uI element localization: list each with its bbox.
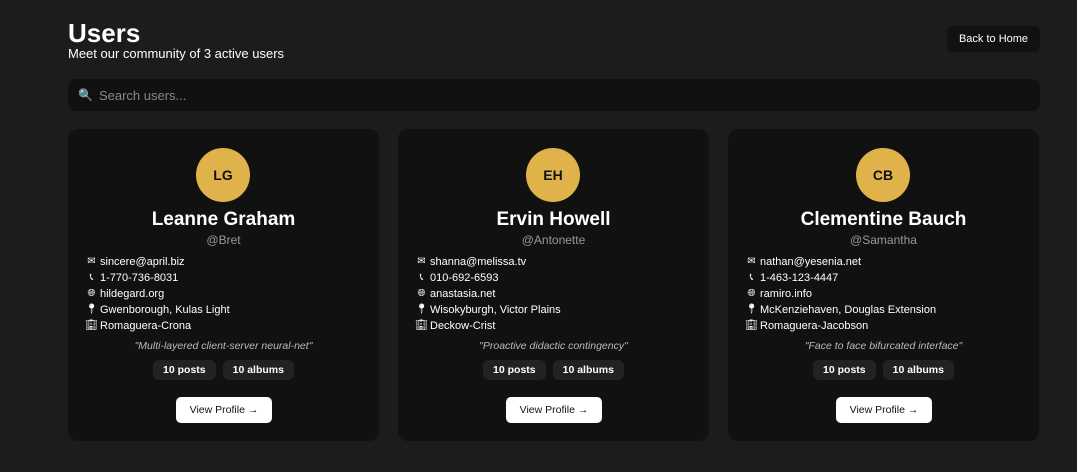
globe-icon: 🌐︎ <box>87 288 96 299</box>
posts-badge: 10 posts <box>483 360 546 380</box>
phone-icon: 📞︎ <box>419 272 424 283</box>
albums-badge: 10 albums <box>882 360 954 380</box>
user-company: Romaguera-Crona <box>100 320 192 332</box>
envelope-icon: ✉ <box>417 256 426 267</box>
globe-icon: 🌐︎ <box>747 288 756 299</box>
map-pin-icon: 📍︎ <box>85 304 98 315</box>
user-card: EH Ervin Howell @Antonette ✉ shanna@melis… <box>398 129 709 441</box>
avatar: LG <box>196 148 250 202</box>
albums-badge: 10 albums <box>552 360 624 380</box>
user-website: ramiro.info <box>760 288 812 300</box>
user-catchphrase: "Face to face bifurcated interface" <box>804 340 963 352</box>
user-catchphrase: "Proactive didactic contingency" <box>479 340 628 352</box>
user-username: @Samantha <box>850 233 917 247</box>
user-name: Ervin Howell <box>496 209 611 230</box>
user-company: Romaguera-Jacobson <box>760 320 869 332</box>
building-icon: 🏢︎ <box>415 320 428 331</box>
phone-icon: 📞︎ <box>749 272 754 283</box>
envelope-icon: ✉ <box>747 256 756 267</box>
map-pin-icon: 📍︎ <box>415 304 428 315</box>
view-profile-button[interactable]: View Profile → <box>836 397 932 423</box>
user-info: ✉ shanna@melissa.tv 📞︎ 010-692-6593 🌐︎ anas… <box>415 254 561 334</box>
view-profile-button[interactable]: View Profile → <box>506 397 602 423</box>
user-email: shanna@melissa.tv <box>430 256 527 268</box>
globe-icon: 🌐︎ <box>417 288 426 299</box>
user-info: ✉ sincere@april.biz 📞︎ 1-770-736-8031 🌐︎ hi… <box>85 254 230 334</box>
posts-badge: 10 posts <box>813 360 876 380</box>
search-bar[interactable]: 🔍 <box>68 79 1040 111</box>
user-website: anastasia.net <box>430 288 496 300</box>
page-title: Users <box>68 18 141 48</box>
user-address: Gwenborough, Kulas Light <box>100 304 230 316</box>
user-email: nathan@yesenia.net <box>760 256 862 268</box>
phone-icon: 📞︎ <box>89 272 94 283</box>
magnifier-icon: 🔍 <box>78 88 93 102</box>
user-company: Deckow-Crist <box>430 320 496 332</box>
user-address: McKenziehaven, Douglas Extension <box>760 304 937 316</box>
avatar: EH <box>526 148 580 202</box>
user-name: Clementine Bauch <box>800 209 967 230</box>
user-card: LG Leanne Graham @Bret ✉ sincere@april.bi… <box>68 129 379 441</box>
building-icon: 🏢︎ <box>745 320 758 331</box>
view-profile-button[interactable]: View Profile → <box>176 397 272 423</box>
user-username: @Antonette <box>521 233 586 247</box>
user-card: CB Clementine Bauch @Samantha ✉ nathan@ye… <box>728 129 1039 441</box>
user-cards: LG Leanne Graham @Bret ✉ sincere@april.bi… <box>68 129 1039 441</box>
user-name: Leanne Graham <box>151 209 296 230</box>
user-phone: 1-463-123-4447 <box>760 272 839 284</box>
building-icon: 🏢︎ <box>85 320 98 331</box>
envelope-icon: ✉ <box>87 256 96 267</box>
avatar: CB <box>856 148 910 202</box>
user-address: Wisokyburgh, Victor Plains <box>430 304 561 316</box>
search-input[interactable] <box>98 87 999 103</box>
page-subtitle: Meet our community of 3 active users <box>68 46 285 61</box>
back-to-home-button[interactable]: Back to Home <box>947 26 1040 52</box>
user-website: hildegard.org <box>100 288 165 300</box>
user-info: ✉ nathan@yesenia.net 📞︎ 1-463-123-4447 🌐︎ r… <box>745 254 937 334</box>
user-username: @Bret <box>206 233 241 247</box>
user-phone: 010-692-6593 <box>430 272 499 284</box>
user-email: sincere@april.biz <box>100 256 185 268</box>
user-catchphrase: "Multi-layered client-server neural-net" <box>134 340 313 352</box>
map-pin-icon: 📍︎ <box>745 304 758 315</box>
albums-badge: 10 albums <box>222 360 294 380</box>
user-phone: 1-770-736-8031 <box>100 272 179 284</box>
posts-badge: 10 posts <box>153 360 216 380</box>
